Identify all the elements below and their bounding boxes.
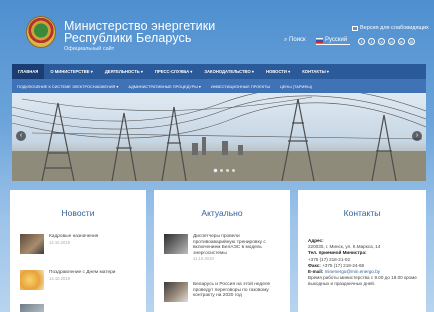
subnav-item-investment[interactable]: ИНВЕСТИЦИОННЫЕ ПРОЕКТЫ — [206, 84, 275, 89]
social-links: f t v o ▸ ◎ — [358, 38, 415, 45]
phone-label: Тел. приемной Министра: — [308, 250, 367, 256]
instagram-icon[interactable]: ◎ — [408, 38, 415, 45]
nav-item-legislation[interactable]: ЗАКОНОДАТЕЛЬСТВО ▾ — [198, 64, 260, 79]
slider-dot[interactable] — [214, 169, 217, 172]
actual-thumbnail — [164, 234, 188, 254]
news-thumbnail — [20, 304, 44, 312]
nav-item-contacts[interactable]: КОНТАКТЫ ▾ — [296, 64, 335, 79]
actual-item[interactable]: Беларусь и Россия на этой неделе проведу… — [164, 282, 279, 302]
eye-icon — [352, 25, 358, 31]
accessibility-version-link[interactable]: Версия для слабовидящих — [352, 25, 429, 31]
actual-item-date: 11.10.2019 — [193, 256, 214, 262]
actual-thumbnail — [164, 282, 188, 302]
slider-prev-button[interactable]: ‹ — [16, 131, 26, 141]
contacts-title[interactable]: Контакты — [298, 208, 426, 218]
slider-dot[interactable] — [232, 169, 235, 172]
subnav-item-admin-procedures[interactable]: АДМИНИСТРАТИВНЫЕ ПРОЦЕДУРЫ ▾ — [123, 84, 205, 89]
hero-slider[interactable]: ‹ › — [12, 93, 426, 181]
news-item-text[interactable]: Поздравление с Днем матери — [49, 270, 115, 276]
actual-card: Актуально Диспетчеры провели противоавар… — [154, 190, 290, 312]
news-card: Новости Кадровые назначения 14.10.2019 П… — [10, 190, 146, 312]
search-icon: ⌕ — [284, 37, 288, 43]
site-title[interactable]: Министерство энергетики Республики Белар… — [64, 20, 215, 45]
search-label: Поиск — [289, 37, 306, 43]
language-select[interactable]: Русский — [316, 36, 350, 45]
twitter-icon[interactable]: t — [368, 38, 375, 45]
news-thumbnail — [20, 234, 44, 254]
nav-item-news[interactable]: НОВОСТИ ▾ — [260, 64, 296, 79]
main-nav: ГЛАВНАЯ О МИНИСТЕРСТВЕ ▾ ДЕЯТЕЛЬНОСТЬ ▾ … — [12, 64, 426, 79]
actual-item-text[interactable]: Беларусь и Россия на этой неделе проведу… — [193, 282, 279, 299]
news-thumbnail — [20, 270, 44, 290]
news-title[interactable]: Новости — [10, 208, 146, 218]
contacts-info: Адрес: 220030, г. Минск, ул. К.Маркса, 1… — [308, 238, 428, 288]
fax-label: Факс: — [308, 262, 321, 268]
accessibility-label: Версия для слабовидящих — [360, 25, 429, 31]
site-title-line2[interactable]: Республики Беларусь — [64, 32, 215, 45]
search-button[interactable]: ⌕ Поиск — [284, 37, 306, 44]
site-subtitle: Официальный сайт — [64, 46, 115, 52]
youtube-icon[interactable]: ▸ — [398, 38, 405, 45]
working-hours: Время работы министерства с 9.00 до 18.0… — [308, 275, 417, 287]
slider-dot[interactable] — [226, 169, 229, 172]
news-item-date: 14.10.2019 — [49, 239, 70, 245]
secondary-nav: ПОДКЛЮЧЕНИЕ К СИСТЕМЕ ЭЛЕКТРОСНАБЖЕНИЯ ▾… — [12, 79, 426, 93]
actual-item[interactable]: Диспетчеры провели противоаварийную трен… — [164, 234, 279, 261]
address-label: Адрес: — [308, 238, 324, 243]
facebook-icon[interactable]: f — [358, 38, 365, 45]
fax-value: +375 (17) 218-24-68 — [322, 262, 365, 268]
russia-flag-icon — [316, 37, 323, 43]
odnoklassniki-icon[interactable]: o — [388, 38, 395, 45]
actual-title[interactable]: Актуально — [154, 208, 290, 218]
news-item-text[interactable]: Кадровые назначения — [49, 234, 98, 240]
nav-item-about[interactable]: О МИНИСТЕРСТВЕ ▾ — [44, 64, 98, 79]
nav-item-activity[interactable]: ДЕЯТЕЛЬНОСТЬ ▾ — [99, 64, 149, 79]
language-label: Русский — [325, 37, 348, 43]
contacts-card: Контакты Адрес: 220030, г. Минск, ул. К.… — [298, 190, 426, 312]
slider-next-button[interactable]: › — [412, 131, 422, 141]
vk-icon[interactable]: v — [378, 38, 385, 45]
actual-item-text[interactable]: Диспетчеры провели противоаварийную трен… — [193, 234, 279, 256]
subnav-item-tariffs[interactable]: ЦЕНЫ (ТАРИФЫ) — [275, 84, 317, 89]
news-item[interactable] — [20, 304, 44, 312]
nav-item-home[interactable]: ГЛАВНАЯ — [12, 64, 45, 79]
news-item[interactable]: Кадровые назначения 14.10.2019 — [20, 234, 98, 254]
nav-item-press[interactable]: ПРЕСС-СЛУЖБА ▾ — [149, 64, 198, 79]
state-emblem-icon[interactable] — [26, 16, 56, 48]
email-link[interactable]: minenergo@min.energo.by — [325, 269, 380, 274]
news-item[interactable]: Поздравление с Днем матери 14.10.2019 — [20, 270, 115, 290]
subnav-item-grid-connection[interactable]: ПОДКЛЮЧЕНИЕ К СИСТЕМЕ ЭЛЕКТРОСНАБЖЕНИЯ ▾ — [12, 84, 123, 89]
slider-dots — [214, 169, 235, 172]
site-header: Министерство энергетики Республики Белар… — [0, 0, 434, 64]
news-item-date: 14.10.2019 — [49, 275, 70, 281]
email-label: E-mail: — [308, 269, 324, 275]
power-lines-photo — [12, 93, 426, 181]
slider-dot[interactable] — [220, 169, 223, 172]
